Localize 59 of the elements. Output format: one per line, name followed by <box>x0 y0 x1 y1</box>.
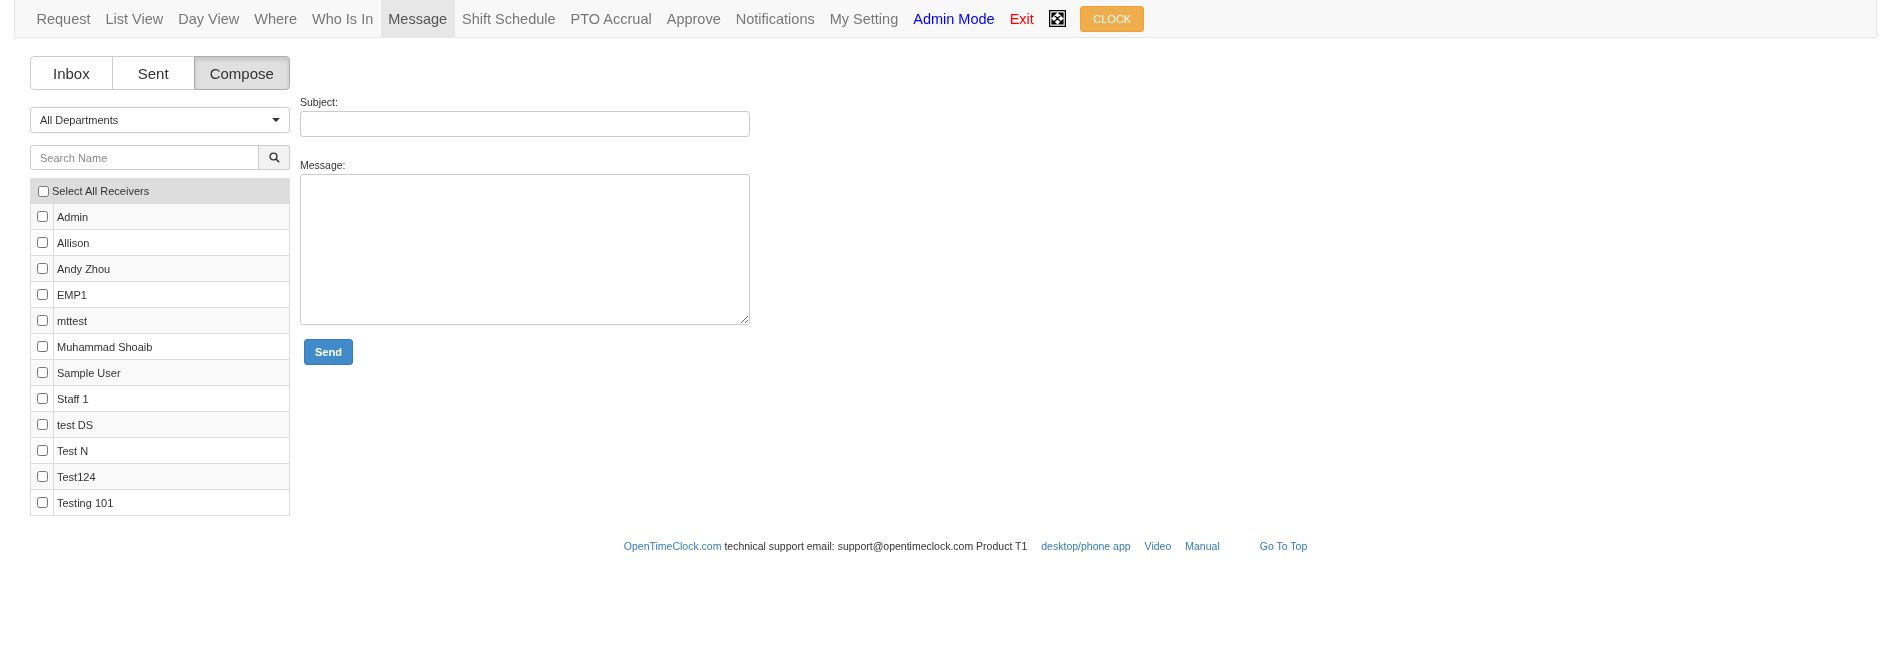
support-text: technical support email: support@opentimeclock.com Product T1 <box>724 540 1028 552</box>
caret-icon <box>272 118 280 122</box>
receiver-checkbox[interactable] <box>36 315 48 326</box>
receiver-name: test DS <box>56 417 94 433</box>
nav-link[interactable]: Admin Mode <box>905 0 1003 37</box>
receiver-name: EMP1 <box>56 287 87 303</box>
search-field[interactable]: Search Name <box>30 145 259 170</box>
receiver-checkbox[interactable] <box>36 419 48 430</box>
tab[interactable]: Compose <box>193 56 290 90</box>
send-button[interactable]: Send <box>304 339 353 365</box>
receiver-checkbox[interactable] <box>36 393 48 404</box>
receiver-checkbox[interactable] <box>36 211 48 222</box>
receiver-name: Test124 <box>56 469 96 485</box>
receiver-checkbox[interactable] <box>36 471 48 482</box>
receiver-checkbox[interactable] <box>36 445 48 456</box>
nav-link[interactable]: Approve <box>659 0 729 37</box>
footer-link[interactable]: Video <box>1144 540 1172 552</box>
message-field[interactable] <box>300 174 750 325</box>
receiver-name: mttest <box>56 313 87 329</box>
receiver-name: Testing 101 <box>56 495 114 511</box>
nav-link[interactable]: Message <box>380 0 455 37</box>
nav-link[interactable]: PTO Accrual <box>563 0 660 37</box>
nav-link[interactable]: Request <box>29 0 98 37</box>
nav-link[interactable]: Who Is In <box>304 0 381 37</box>
receiver-name: Admin <box>56 209 89 225</box>
search-button[interactable] <box>259 145 290 170</box>
tab[interactable]: Inbox <box>30 56 113 90</box>
department-dropdown[interactable]: All Departments <box>30 107 290 133</box>
receiver-checkbox[interactable] <box>36 341 48 352</box>
nav-link[interactable]: Exit <box>1002 0 1042 37</box>
subject-field[interactable] <box>300 111 750 137</box>
receiver-checkbox[interactable] <box>36 263 48 274</box>
receiver-name: Staff 1 <box>56 391 89 407</box>
nav-link[interactable]: Day View <box>170 0 247 37</box>
footer-link[interactable]: OpenTimeClock.com <box>623 540 722 552</box>
receiver-name: Andy Zhou <box>56 261 111 277</box>
footer-link[interactable]: Manual <box>1185 540 1220 552</box>
nav-link[interactable]: Shift Schedule <box>454 0 564 37</box>
receiver-name: Allison <box>56 235 90 251</box>
receiver-name: Muhammad Shoaib <box>56 339 153 355</box>
receiver-checkbox[interactable] <box>36 497 48 508</box>
select-all-checkbox[interactable] <box>38 185 49 197</box>
select-all-label: Select All Receivers <box>52 185 150 197</box>
nav-link[interactable]: Notifications <box>728 0 823 37</box>
nav-link[interactable]: List View <box>98 0 171 37</box>
subject-label: Subject: <box>300 96 339 108</box>
receiver-name: Sample User <box>56 365 121 381</box>
tab[interactable]: Sent <box>111 56 195 90</box>
receiver-name: Test N <box>56 443 89 459</box>
footer-link[interactable]: desktop/phone app <box>1041 540 1131 552</box>
receiver-checkbox[interactable] <box>36 367 48 378</box>
receiver-checkbox[interactable] <box>36 289 48 300</box>
search-icon <box>268 152 280 163</box>
nav-link[interactable]: Where <box>246 0 305 37</box>
go-to-top-link[interactable]: Go To Top <box>1259 540 1308 552</box>
nav-link[interactable]: My Setting <box>822 0 906 37</box>
message-label: Message: <box>300 159 347 171</box>
receiver-checkbox[interactable] <box>36 237 48 248</box>
fullscreen-icon[interactable] <box>1049 10 1067 27</box>
